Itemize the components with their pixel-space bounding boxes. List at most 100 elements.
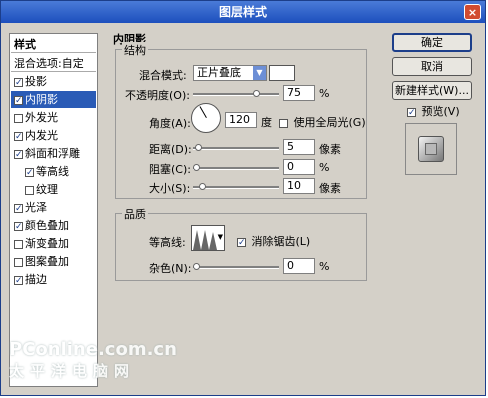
opacity-input[interactable]: 75: [283, 85, 315, 101]
style-checkbox[interactable]: ✓: [14, 77, 23, 87]
choke-input[interactable]: 0: [283, 159, 315, 175]
style-list-item-label: 颜色叠加: [25, 219, 69, 232]
preview-option[interactable]: ✓ 预览(V): [407, 103, 460, 119]
style-checkbox[interactable]: ✓: [14, 221, 23, 231]
angle-label: 角度(A):: [149, 117, 191, 130]
opacity-label: 不透明度(O):: [125, 89, 190, 102]
style-list-item[interactable]: ✓ 投影: [11, 73, 96, 90]
watermark-brand: PConline.com.cn: [9, 339, 177, 360]
quality-legend: 品质: [122, 206, 148, 222]
style-list-item[interactable]: ✓ 描边: [11, 271, 96, 288]
opacity-slider-thumb[interactable]: [253, 90, 260, 97]
style-list-header-label: 样式: [14, 38, 36, 51]
choke-label: 阻塞(C):: [149, 163, 191, 176]
dialog-title: 图层样式: [218, 5, 267, 19]
style-list-item-label: 内阴影: [25, 93, 58, 106]
style-list-item-label: 斜面和浮雕: [25, 147, 80, 160]
style-checkbox[interactable]: [14, 239, 23, 249]
global-light-label: 使用全局光(G): [293, 116, 366, 129]
angle-dial-needle: [199, 106, 207, 118]
antialias-checkbox[interactable]: ✓: [237, 237, 246, 247]
style-checkbox[interactable]: ✓: [25, 167, 34, 177]
close-icon: ×: [467, 6, 478, 19]
angle-input[interactable]: 120: [225, 112, 257, 128]
style-list-header[interactable]: 样式: [11, 36, 96, 53]
new-style-button[interactable]: 新建样式(W)...: [392, 81, 472, 100]
dropdown-arrow-icon: ▼: [253, 66, 266, 80]
antialias-label: 消除锯齿(L): [251, 235, 311, 248]
distance-slider-thumb[interactable]: [195, 144, 202, 151]
style-list-item-label: 描边: [25, 273, 47, 286]
cancel-button[interactable]: 取消: [392, 57, 472, 76]
style-list-item-label: 投影: [25, 75, 47, 88]
style-checkbox[interactable]: ✓: [14, 149, 23, 159]
choke-slider-thumb[interactable]: [193, 164, 200, 171]
contour-label: 等高线:: [149, 236, 186, 249]
opacity-unit: %: [319, 87, 330, 100]
style-list-item-label: 外发光: [25, 111, 58, 124]
style-list-item[interactable]: ✓ 光泽: [11, 199, 96, 216]
style-list-item-label: 图案叠加: [25, 255, 69, 268]
blend-mode-value: 正片叠底: [197, 66, 241, 79]
style-checkbox[interactable]: [25, 185, 34, 195]
style-list-item[interactable]: ✓ 等高线: [11, 163, 96, 180]
style-list-item[interactable]: ✓ 内发光: [11, 127, 96, 144]
size-slider[interactable]: [193, 183, 279, 190]
preview-swatch: [418, 136, 444, 162]
style-list-item-label: 混合选项:自定: [14, 57, 84, 70]
style-list-item[interactable]: 外发光: [11, 109, 96, 126]
distance-input[interactable]: 5: [283, 139, 315, 155]
style-list-item-label: 等高线: [36, 165, 69, 178]
angle-unit: 度: [261, 116, 272, 129]
watermark: PConline.com.cn 太平洋电脑网: [9, 339, 177, 381]
noise-label: 杂色(N):: [149, 262, 192, 275]
blend-mode-select[interactable]: 正片叠底 ▼: [193, 65, 267, 81]
title-bar: 图层样式 ×: [1, 1, 485, 23]
global-light-checkbox[interactable]: [279, 118, 288, 128]
style-list-item[interactable]: 渐变叠加: [11, 235, 96, 252]
style-checkbox[interactable]: ✓: [14, 131, 23, 141]
noise-slider[interactable]: [193, 263, 279, 270]
distance-label: 距离(D):: [149, 143, 192, 156]
watermark-sub: 太平洋电脑网: [9, 362, 136, 380]
style-list-item[interactable]: 混合选项:自定: [11, 55, 96, 72]
layer-style-dialog: 图层样式 × 样式 混合选项:自定 ✓ 投影 ✓ 内阴影 外发光 ✓ 内发光 ✓ 斜面和浮雕 ✓ 等高…: [0, 0, 486, 396]
preview-thumbnail: [405, 123, 457, 175]
close-button[interactable]: ×: [464, 4, 481, 20]
ok-button[interactable]: 确定: [392, 33, 472, 52]
style-list-item[interactable]: ✓ 内阴影: [11, 91, 96, 108]
choke-slider[interactable]: [193, 164, 279, 171]
size-unit: 像素: [319, 182, 341, 195]
style-checkbox[interactable]: ✓: [14, 203, 23, 213]
style-list-item[interactable]: ✓ 颜色叠加: [11, 217, 96, 234]
noise-input[interactable]: 0: [283, 258, 315, 274]
size-input[interactable]: 10: [283, 178, 315, 194]
choke-unit: %: [319, 161, 330, 174]
style-list-item-label: 渐变叠加: [25, 237, 69, 250]
angle-dial[interactable]: [191, 103, 221, 133]
distance-slider[interactable]: [193, 144, 279, 151]
style-list-item[interactable]: ✓ 斜面和浮雕: [11, 145, 96, 162]
preview-inner: [425, 143, 437, 155]
opacity-slider[interactable]: [193, 90, 279, 97]
style-list: 样式 混合选项:自定 ✓ 投影 ✓ 内阴影 外发光 ✓ 内发光 ✓ 斜面和浮雕 ✓ 等高线 纹理 ✓ 光泽 ✓…: [9, 33, 98, 387]
style-checkbox[interactable]: [14, 113, 23, 123]
shadow-color-swatch[interactable]: [269, 65, 295, 81]
style-list-item[interactable]: 图案叠加: [11, 253, 96, 270]
preview-label: 预览(V): [421, 105, 460, 118]
style-list-item-label: 内发光: [25, 129, 58, 142]
blend-mode-label: 混合模式:: [139, 69, 187, 82]
style-checkbox[interactable]: [14, 257, 23, 267]
size-label: 大小(S):: [149, 182, 191, 195]
antialias-option[interactable]: ✓ 消除锯齿(L): [237, 233, 310, 249]
distance-unit: 像素: [319, 143, 341, 156]
preview-checkbox[interactable]: ✓: [407, 107, 416, 117]
noise-slider-thumb[interactable]: [193, 263, 200, 270]
style-list-item[interactable]: 纹理: [11, 181, 96, 198]
global-light-option[interactable]: 使用全局光(G): [279, 114, 366, 130]
noise-unit: %: [319, 260, 330, 273]
style-checkbox[interactable]: ✓: [14, 95, 23, 105]
size-slider-thumb[interactable]: [199, 183, 206, 190]
contour-picker[interactable]: ▼: [191, 225, 225, 251]
style-checkbox[interactable]: ✓: [14, 275, 23, 285]
